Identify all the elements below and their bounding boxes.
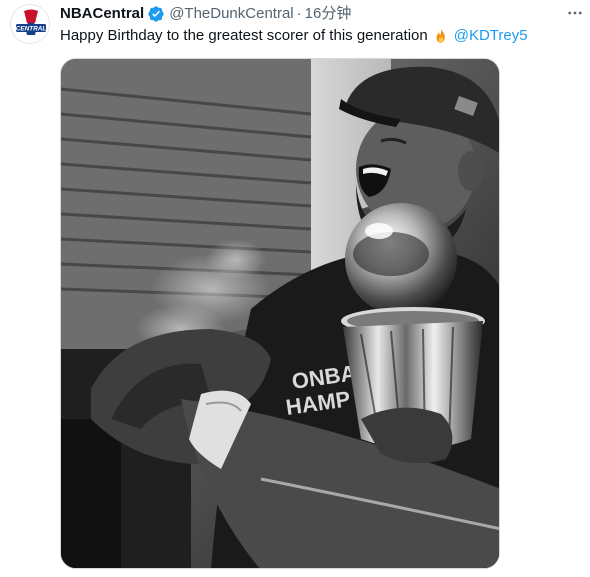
verified-badge-icon [147, 5, 165, 23]
fire-icon [432, 27, 450, 45]
tweet-body: Happy Birthday to the greatest scorer of… [60, 27, 428, 44]
timestamp[interactable]: 16分钟 [305, 4, 352, 24]
nba-central-logo-icon: CENTRAL [12, 6, 49, 43]
mention-link[interactable]: @KDTrey5 [454, 26, 528, 46]
separator-dot: · [296, 5, 302, 22]
tweet: CENTRAL NBACentral @TheDunkCentral · 16分… [0, 0, 590, 577]
trophy-celebration-photo: ONBA HAMP [61, 59, 499, 568]
display-name[interactable]: NBACentral [60, 4, 144, 24]
tweet-header: NBACentral @TheDunkCentral · 16分钟 [60, 4, 570, 24]
avatar[interactable]: CENTRAL [10, 4, 50, 44]
avatar-text: CENTRAL [16, 26, 47, 33]
tweet-text: Happy Birthday to the greatest scorer of… [60, 26, 570, 46]
more-options-button[interactable] [564, 2, 586, 24]
more-horizontal-icon [568, 11, 582, 15]
tweet-photo[interactable]: ONBA HAMP [60, 58, 500, 569]
handle[interactable]: @TheDunkCentral [169, 4, 293, 24]
